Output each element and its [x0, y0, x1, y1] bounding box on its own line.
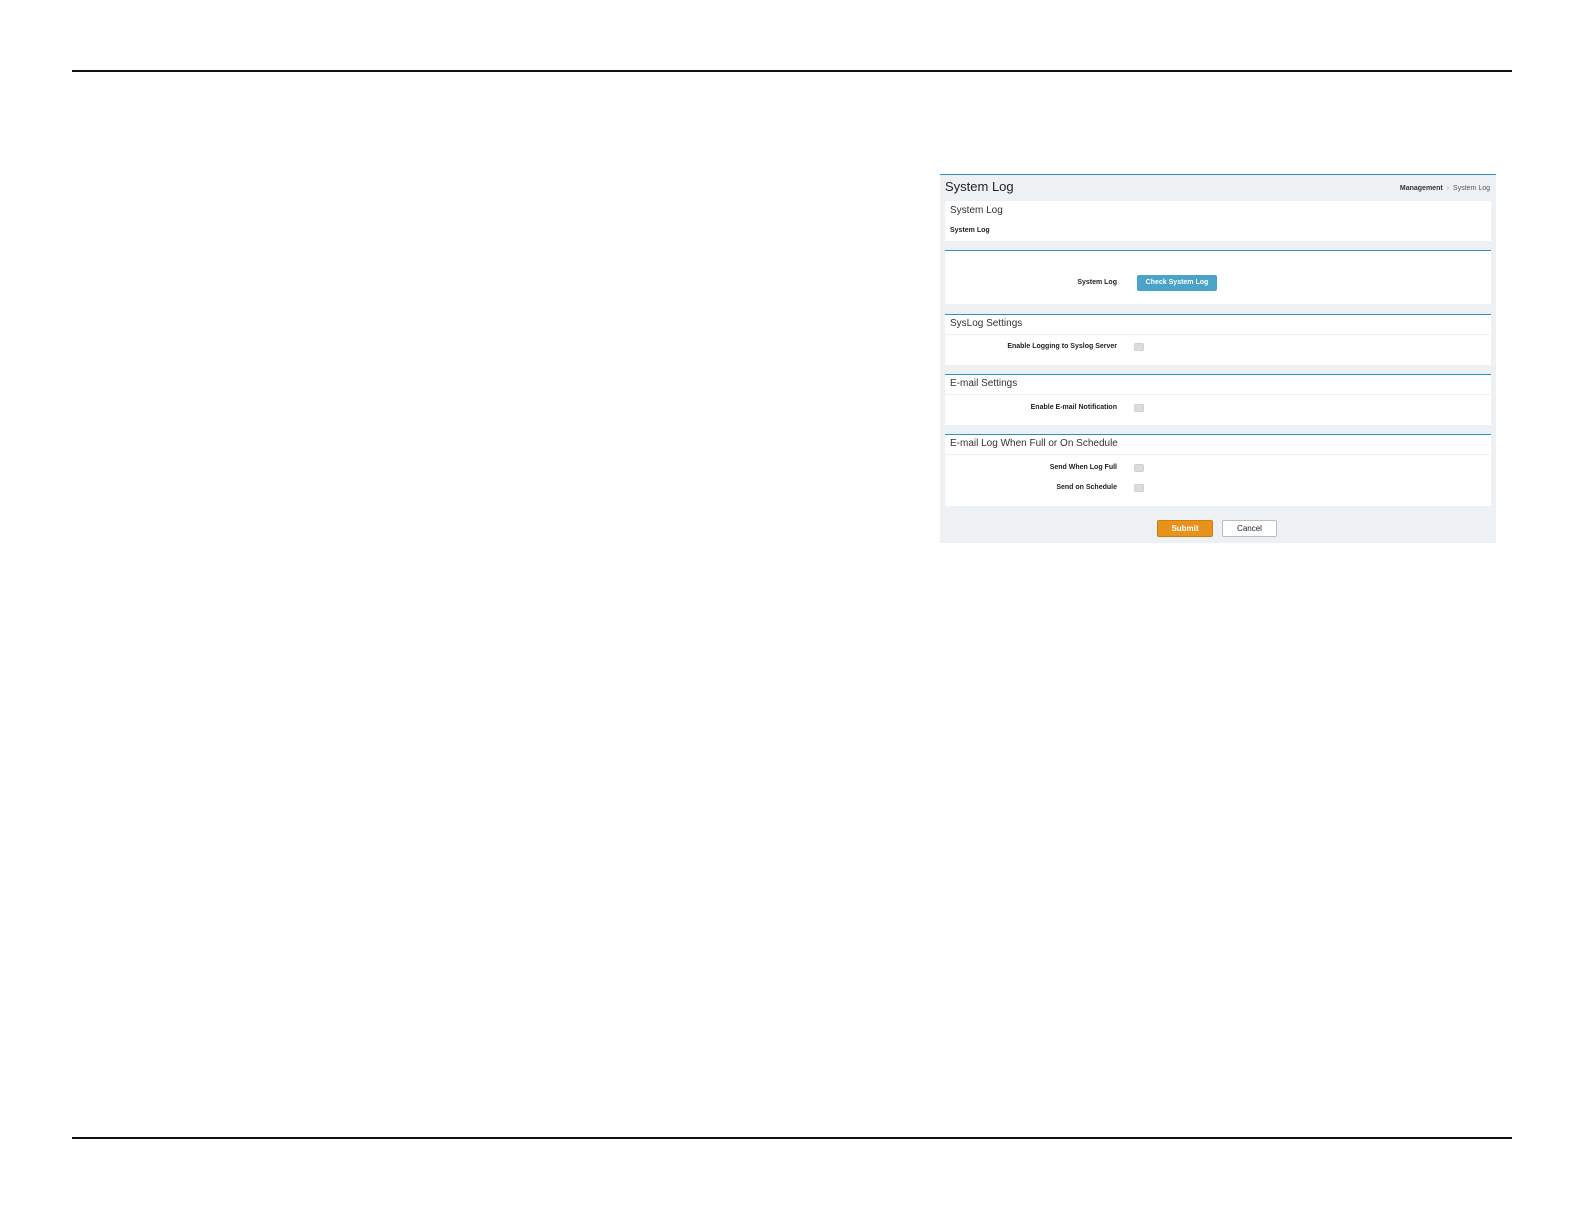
cancel-button[interactable]: Cancel [1222, 520, 1277, 537]
top-rule [72, 70, 1512, 72]
system-log-screenshot: System Log Management › System Log System … [940, 174, 1496, 543]
intro-panel: System Log System Log [945, 201, 1491, 241]
enable-email-notification-checkbox[interactable] [1134, 404, 1144, 412]
email-log-schedule-panel: E-mail Log When Full or On Schedule Send… [945, 434, 1491, 506]
breadcrumb-separator: › [1446, 185, 1450, 192]
email-settings-title: E-mail Settings [950, 378, 1018, 389]
send-on-schedule-label: Send on Schedule [1056, 484, 1117, 491]
breadcrumb: Management › System Log [1400, 185, 1490, 192]
system-log-panel: System Log Check System Log [945, 250, 1491, 304]
send-when-log-full-checkbox[interactable] [1134, 464, 1144, 472]
send-when-log-full-label: Send When Log Full [1049, 464, 1117, 471]
enable-email-notification-label: Enable E-mail Notification [1030, 404, 1117, 411]
send-on-schedule-checkbox[interactable] [1134, 484, 1144, 492]
panel-divider [945, 394, 1491, 395]
breadcrumb-management[interactable]: Management [1400, 185, 1443, 192]
page-header: System Log Management › System Log [940, 175, 1496, 201]
panel-divider [945, 454, 1491, 455]
enable-syslog-label: Enable Logging to Syslog Server [1007, 343, 1117, 350]
intro-panel-title: System Log [950, 205, 1003, 216]
system-log-label: System Log [1077, 279, 1117, 286]
enable-syslog-checkbox[interactable] [1134, 343, 1144, 351]
submit-button[interactable]: Submit [1157, 520, 1213, 537]
syslog-settings-panel: SysLog Settings Enable Logging to Syslog… [945, 314, 1491, 365]
syslog-settings-title: SysLog Settings [950, 318, 1023, 329]
bottom-rule [72, 1137, 1512, 1139]
email-settings-panel: E-mail Settings Enable E-mail Notificati… [945, 374, 1491, 425]
panel-divider [945, 334, 1491, 335]
email-log-schedule-title: E-mail Log When Full or On Schedule [950, 438, 1118, 449]
check-system-log-button[interactable]: Check System Log [1137, 275, 1217, 291]
intro-panel-subtitle: System Log [950, 227, 990, 234]
page-title: System Log [945, 179, 1014, 194]
breadcrumb-current: System Log [1453, 185, 1490, 192]
